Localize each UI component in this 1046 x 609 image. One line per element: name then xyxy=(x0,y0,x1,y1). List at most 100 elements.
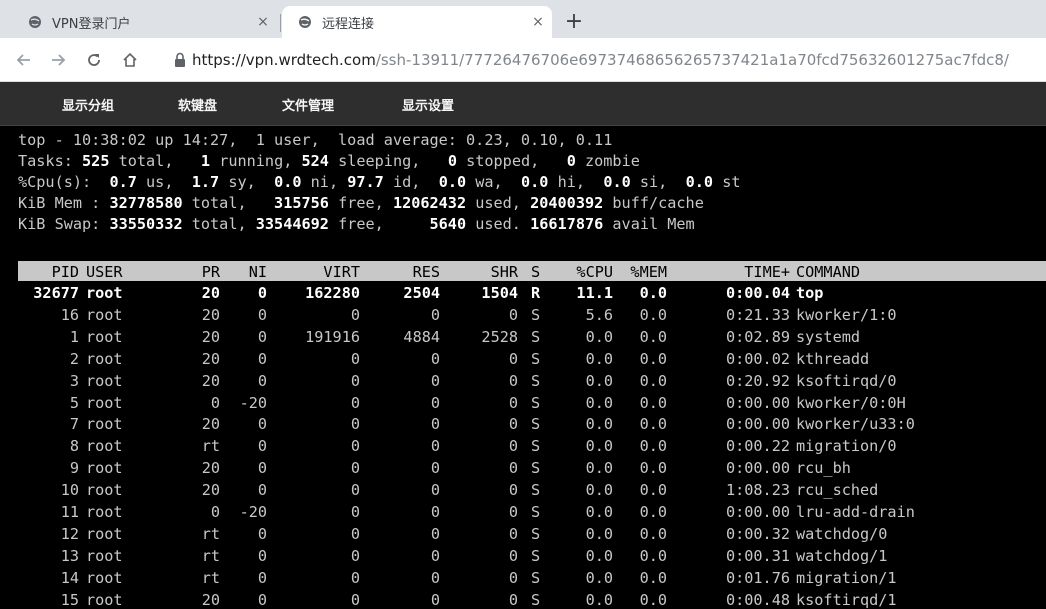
cell-time: 0:01.76 xyxy=(725,568,790,587)
cell-command: migration/0 xyxy=(796,437,897,456)
column-header-res: RES xyxy=(412,263,440,281)
cell-cpu: 0.0 xyxy=(585,503,613,521)
cell-ni: 0 xyxy=(257,284,267,302)
swap-used: 5640 xyxy=(429,215,467,233)
cell-virt: 0 xyxy=(350,503,360,521)
reload-button[interactable] xyxy=(80,46,108,74)
cell-res: 0 xyxy=(430,437,440,456)
cpu-label: %Cpu(s): xyxy=(18,173,92,191)
cell-pr: rt xyxy=(201,568,220,587)
cell-pid: 1 xyxy=(69,327,79,346)
back-button[interactable] xyxy=(10,46,38,74)
cpu-us: 0.7 xyxy=(109,173,137,191)
cell-state: S xyxy=(531,546,541,565)
column-header-command: COMMAND xyxy=(796,263,861,281)
mem-used: 12062432 xyxy=(392,194,467,212)
cell-user: root xyxy=(86,481,123,500)
cell-user: root xyxy=(86,546,123,565)
cell-user: root xyxy=(86,437,123,456)
cell-pr: 20 xyxy=(201,349,220,368)
reload-icon xyxy=(88,54,100,66)
cell-time: 0:00.02 xyxy=(725,349,790,368)
cell-user: root xyxy=(86,305,123,324)
cell-res: 2504 xyxy=(403,284,440,302)
cell-mem: 0.0 xyxy=(639,590,667,609)
cell-pr: 20 xyxy=(201,284,220,302)
cell-shr: 0 xyxy=(508,459,518,478)
cell-cpu: 0.0 xyxy=(585,415,613,434)
menu-file-manager[interactable]: 文件管理 xyxy=(282,95,334,114)
cell-shr: 0 xyxy=(508,305,518,324)
cell-state: R xyxy=(531,284,541,302)
cell-state: S xyxy=(531,349,541,368)
cell-pid: 32677 xyxy=(33,284,79,302)
url-host: https://vpn.wrdtech.com xyxy=(192,51,376,69)
url-field[interactable]: https://vpn.wrdtech.com/ssh-13911/777264… xyxy=(170,44,1040,76)
column-header-state: S xyxy=(531,263,541,281)
terminal-screen[interactable]: top - 10:38:02 up 14:27, 1 user, load av… xyxy=(0,126,1046,609)
cell-command: migration/1 xyxy=(796,568,897,587)
cell-pid: 8 xyxy=(69,437,79,456)
cell-virt: 0 xyxy=(350,437,360,456)
cell-state: S xyxy=(531,415,541,434)
column-header-time: TIME+ xyxy=(744,263,790,281)
cell-virt: 0 xyxy=(350,349,360,368)
cell-command: top xyxy=(796,284,824,302)
cpu-ni: 0.0 xyxy=(274,173,302,191)
cell-ni: 0 xyxy=(257,524,267,543)
menu-show-groups[interactable]: 显示分组 xyxy=(62,95,114,114)
cpu-sy: 1.7 xyxy=(191,173,220,191)
cell-user: root xyxy=(86,524,123,543)
cell-pid: 11 xyxy=(60,503,79,521)
cell-mem: 0.0 xyxy=(639,305,667,324)
swap-total: 33550332 xyxy=(109,215,183,233)
column-header-mem: %MEM xyxy=(630,263,667,281)
swap-avail: 16617876 xyxy=(530,215,604,233)
cell-ni: 0 xyxy=(257,371,267,390)
cpu-line: %Cpu(s): 0.7 us, 1.7 sy, 0.0 ni, 97.7 id… xyxy=(18,173,741,191)
cell-res: 0 xyxy=(430,568,440,587)
cell-user: root xyxy=(86,327,123,346)
menu-soft-keyboard[interactable]: 软键盘 xyxy=(178,95,217,114)
cell-res: 0 xyxy=(430,590,440,609)
cell-pr: 20 xyxy=(201,415,220,434)
cell-command: watchdog/0 xyxy=(796,524,888,543)
close-icon[interactable]: × xyxy=(528,14,548,30)
close-icon[interactable]: × xyxy=(253,14,273,30)
globe-icon xyxy=(29,16,41,28)
cell-res: 0 xyxy=(430,415,440,434)
cell-ni: 0 xyxy=(257,415,267,434)
home-button[interactable] xyxy=(116,46,144,74)
cell-cpu: 0.0 xyxy=(585,437,613,456)
cell-time: 0:00.22 xyxy=(725,437,790,456)
cell-pr: rt xyxy=(201,524,220,543)
cell-state: S xyxy=(531,393,541,412)
cell-mem: 0.0 xyxy=(639,437,667,456)
cpu-hi: 0.0 xyxy=(521,173,549,191)
menu-display-settings[interactable]: 显示设置 xyxy=(402,95,454,114)
tasks-running: 1 xyxy=(200,152,211,170)
cell-cpu: 11.1 xyxy=(576,284,613,302)
cell-ni: 0 xyxy=(257,590,267,609)
tab-title: VPN登录门户 xyxy=(52,16,131,32)
cell-pid: 16 xyxy=(60,305,79,324)
address-toolbar: https://vpn.wrdtech.com/ssh-13911/777264… xyxy=(0,38,1046,82)
cell-cpu: 0.0 xyxy=(585,371,613,390)
cell-shr: 0 xyxy=(508,546,518,565)
tab-vpn-login[interactable]: VPN登录门户 × xyxy=(12,6,277,38)
cell-time: 0:20.92 xyxy=(725,371,790,390)
cell-state: S xyxy=(531,371,541,390)
forward-button[interactable] xyxy=(44,46,72,74)
cell-shr: 0 xyxy=(508,349,518,368)
cell-user: root xyxy=(86,415,123,434)
cell-virt: 0 xyxy=(350,546,360,565)
cell-time: 0:00.32 xyxy=(725,524,790,543)
cell-state: S xyxy=(531,437,541,456)
cell-cpu: 0.0 xyxy=(585,481,613,500)
tab-remote-connection[interactable]: 远程连接 × xyxy=(282,6,552,38)
new-tab-button[interactable]: + xyxy=(562,9,586,35)
swap-label: KiB Swap: xyxy=(18,215,101,233)
column-header-virt: VIRT xyxy=(323,263,360,281)
column-header-shr: SHR xyxy=(490,263,518,281)
column-header-pid: PID xyxy=(51,263,79,281)
